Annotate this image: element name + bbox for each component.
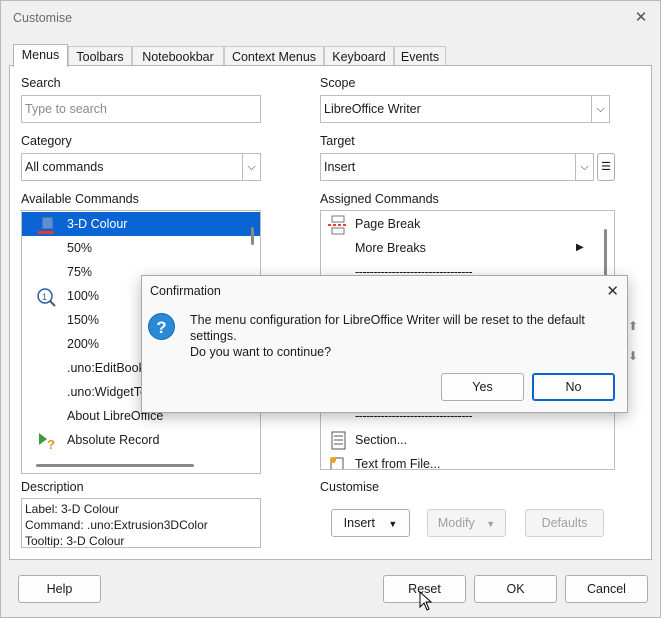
zoom-100-icon: 1 <box>36 287 56 307</box>
question-icon: ? <box>148 313 175 340</box>
list-item-label: Section... <box>355 433 408 447</box>
customise-label: Customise <box>320 480 380 494</box>
description-line: Label: 3-D Colour <box>25 502 120 516</box>
menu-icon: ☰ <box>601 161 611 173</box>
close-icon[interactable]: ✕ <box>630 7 652 29</box>
target-select[interactable]: Insert ⌵ <box>320 153 594 181</box>
description-label: Description <box>21 480 84 494</box>
close-icon[interactable]: ✕ <box>606 282 619 300</box>
text-from-file-icon <box>327 455 347 469</box>
section-icon <box>329 431 349 450</box>
chevron-down-icon[interactable]: ⌵ <box>575 154 593 180</box>
assigned-commands-label: Assigned Commands <box>320 192 439 206</box>
list-item[interactable]: ? Absolute Record <box>22 428 260 452</box>
modify-button[interactable]: Modify ▼ <box>427 509 506 537</box>
list-item[interactable]: Page Break <box>321 212 614 236</box>
category-select[interactable]: All commands ⌵ <box>21 153 261 181</box>
confirmation-title: Confirmation <box>150 284 221 298</box>
cube-color-icon <box>36 215 56 234</box>
title-bar: Customise ✕ <box>1 1 660 35</box>
defaults-button[interactable]: Defaults <box>525 509 604 537</box>
available-commands-label: Available Commands <box>21 192 139 206</box>
submenu-arrow-icon: ▶ <box>576 242 584 253</box>
target-label: Target <box>320 134 355 148</box>
list-item-label: Absolute Record <box>67 433 160 447</box>
list-item[interactable]: 50% <box>22 236 260 260</box>
confirmation-message: The menu configuration for LibreOffice W… <box>190 312 627 360</box>
insert-button[interactable]: Insert ▼ <box>331 509 410 537</box>
list-item-label: Text from File... <box>355 457 441 470</box>
list-item[interactable]: More Breaks ▶ <box>321 236 614 260</box>
tab-toolbars[interactable]: Toolbars <box>68 46 132 66</box>
window-title: Customise <box>13 11 73 25</box>
list-item-label: 150% <box>67 313 99 327</box>
description-box: Label: 3-D Colour Command: .uno:Extrusio… <box>21 498 261 548</box>
category-label: Category <box>21 134 72 148</box>
dropdown-arrow-icon: ▼ <box>388 519 398 529</box>
scope-value: LibreOffice Writer <box>324 102 421 116</box>
confirmation-message-line: The menu configuration for LibreOffice W… <box>190 313 585 343</box>
mouse-cursor-icon <box>419 590 433 614</box>
list-item-label: Page Break <box>355 217 421 231</box>
list-item-label: More Breaks <box>355 241 426 255</box>
description-line: Tooltip: 3-D Colour <box>25 534 125 548</box>
search-input[interactable]: Type to search <box>21 95 261 123</box>
category-value: All commands <box>25 160 104 174</box>
scope-label: Scope <box>320 76 356 90</box>
search-placeholder: Type to search <box>25 102 107 116</box>
available-scrollbar-h[interactable] <box>36 464 194 467</box>
list-item-label: 50% <box>67 241 93 255</box>
list-item-label: 75% <box>67 265 93 279</box>
target-menu-button[interactable]: ☰ <box>597 153 615 181</box>
description-line: Command: .uno:Extrusion3DColor <box>25 518 208 532</box>
list-item-label: .uno:WidgetTe <box>67 385 147 399</box>
svg-text:?: ? <box>47 437 55 451</box>
list-item-label: 200% <box>67 337 99 351</box>
absolute-record-icon: ? <box>36 431 56 452</box>
list-item[interactable]: Section... <box>321 428 614 452</box>
insert-button-label: Insert <box>343 516 375 530</box>
yes-button[interactable]: Yes <box>441 373 524 401</box>
tab-keyboard[interactable]: Keyboard <box>324 46 394 66</box>
tab-events[interactable]: Events <box>394 46 446 66</box>
list-item[interactable]: Text from File... <box>321 452 614 470</box>
ok-button[interactable]: OK <box>474 575 557 603</box>
scope-select[interactable]: LibreOffice Writer ⌵ <box>320 95 610 123</box>
confirmation-message-line: Do you want to continue? <box>190 345 332 359</box>
target-value: Insert <box>324 160 356 174</box>
list-item-label: 3-D Colour <box>67 217 128 231</box>
tab-notebookbar[interactable]: Notebookbar <box>132 46 224 66</box>
search-label: Search <box>21 76 61 90</box>
available-scrollbar-v[interactable] <box>251 227 254 245</box>
tab-menus[interactable]: Menus <box>13 44 68 67</box>
chevron-down-icon[interactable]: ⌵ <box>242 154 260 180</box>
no-button[interactable]: No <box>532 373 615 401</box>
help-button[interactable]: Help <box>18 575 101 603</box>
svg-text:1: 1 <box>42 292 47 302</box>
chevron-down-icon[interactable]: ⌵ <box>591 96 609 122</box>
list-item-label: 100% <box>67 289 99 303</box>
dropdown-arrow-icon: ▼ <box>486 519 496 529</box>
cancel-button[interactable]: Cancel <box>565 575 648 603</box>
tab-context-menus[interactable]: Context Menus <box>224 46 324 66</box>
modify-button-label: Modify <box>437 516 475 530</box>
confirmation-dialog: Confirmation ✕ ? The menu configuration … <box>141 275 628 413</box>
page-break-icon <box>327 215 348 235</box>
list-item[interactable]: 3-D Colour <box>22 212 260 236</box>
